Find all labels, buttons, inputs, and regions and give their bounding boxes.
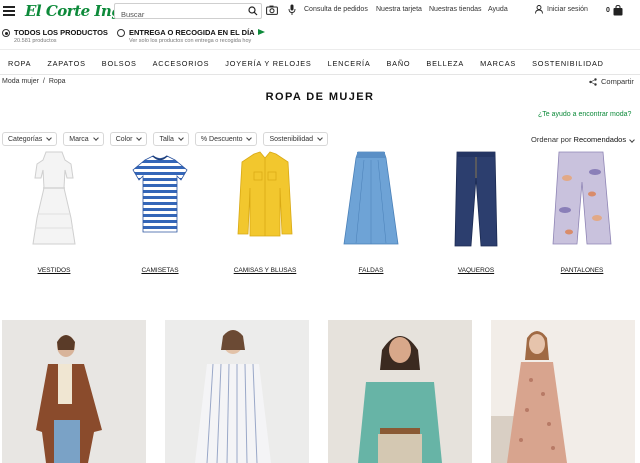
all-products-title: TODOS LOS PRODUCTOS [14,28,108,37]
nav-bano[interactable]: BAÑO [387,59,411,68]
radio-unselected[interactable] [117,29,125,37]
striped-tshirt-image [132,155,188,233]
model-striped-shirt-image [165,320,309,463]
sort-dropdown[interactable]: Ordenar por Recomendados [531,135,636,144]
chevron-down-icon [317,135,323,141]
breadcrumb-ropa[interactable]: Ropa [49,78,66,85]
subcategory-label: VESTIDOS [37,267,71,274]
shopping-bag-icon [613,5,623,16]
microphone-icon[interactable] [288,4,296,16]
share-icon [589,77,597,86]
subcategory-label: CAMISAS Y BLUSAS [233,267,297,274]
blue-skirt-image [343,151,399,245]
nav-ropa[interactable]: ROPA [8,59,31,68]
search-box [114,3,262,22]
user-icon [535,5,543,14]
nav-joyeria[interactable]: JOYERÍA Y RELOJES [225,59,311,68]
fashion-help-link[interactable]: ¿Te ayudo a encontrar moda? [538,111,631,118]
filter-categorias[interactable]: Categorías [2,132,58,146]
nav-marcas[interactable]: MARCAS [480,59,516,68]
filter-label: % Descuento [200,135,243,143]
chevron-down-icon [92,135,99,141]
white-dress-image [32,151,76,245]
card-link[interactable]: Nuestra tarjeta [376,6,422,13]
chevron-down-icon [178,135,184,141]
product-photo[interactable] [491,320,635,463]
filter-color[interactable]: Color [109,132,148,146]
stores-link[interactable]: Nuestras tiendas [429,6,482,13]
chevron-down-icon [46,135,53,141]
search-icon[interactable] [248,6,258,16]
subcategory-pantalones[interactable]: PANTALONES [537,148,627,278]
product-photo[interactable] [2,320,146,463]
nav-bolsos[interactable]: BOLSOS [102,59,137,68]
chevron-down-icon [246,135,253,141]
same-day-option[interactable]: ENTREGA O RECOGIDA EN EL DÍA Ver solo lo… [117,28,265,44]
camera-icon[interactable] [266,5,278,15]
subcategory-label: PANTALONES [560,267,604,274]
nav-zapatos[interactable]: ZAPATOS [47,59,85,68]
help-link[interactable]: Ayuda [488,6,508,13]
model-green-tshirt-image [328,320,472,463]
breadcrumb-separator: / [42,78,45,85]
site-header: El Corte Inglés Consulta de pedidos Nues… [0,0,640,50]
filter-label: Color [115,135,133,143]
all-products-count: 20.581 productos [14,38,57,44]
green-flag-icon [257,29,265,35]
nav-sostenibilidad[interactable]: SOSTENIBILIDAD [532,59,604,68]
filter-talla[interactable]: Talla [153,132,189,146]
share-label: Compartir [601,77,634,86]
nav-accesorios[interactable]: ACCESORIOS [153,59,210,68]
radio-selected[interactable] [2,29,10,37]
search-input[interactable] [115,7,240,22]
login-button[interactable]: Iniciar sesión [535,5,588,14]
same-day-sub: Ver solo los productos con entrega o rec… [129,38,252,44]
same-day-title: ENTREGA O RECOGIDA EN EL DÍA [129,28,255,37]
jeans-image [454,151,498,247]
cart-count: 0 [606,7,610,14]
filter-label: Talla [159,135,174,143]
filter-bar: Categorías Marca Color Talla % Descuento… [2,132,329,146]
menu-icon[interactable] [3,6,15,16]
nav-lenceria[interactable]: LENCERÍA [328,59,371,68]
filter-descuento[interactable]: % Descuento [194,132,258,146]
breadcrumb: Moda mujer / Ropa [2,78,66,85]
sort-value: Recomendados [573,135,627,144]
subcategory-faldas[interactable]: FALDAS [326,148,416,278]
category-nav: ROPA ZAPATOS BOLSOS ACCESORIOS JOYERÍA Y… [0,53,640,75]
product-photo[interactable] [165,320,309,463]
subcategory-label: VAQUEROS [457,267,495,274]
subcategory-vestidos[interactable]: VESTIDOS [9,148,99,278]
subcategory-camisas[interactable]: CAMISAS Y BLUSAS [220,148,310,278]
login-label: Iniciar sesión [547,6,588,13]
yellow-shirt-image [237,151,293,237]
filter-label: Marca [69,135,89,143]
nav-belleza[interactable]: BELLEZA [426,59,464,68]
chevron-down-icon [629,137,636,143]
subcategory-vaqueros[interactable]: VAQUEROS [431,148,521,278]
printed-trousers-image [552,151,612,245]
all-products-option[interactable]: TODOS LOS PRODUCTOS 20.581 productos [2,28,108,44]
subcategory-label: FALDAS [358,267,384,274]
model-brown-coat-image [2,320,146,463]
subcategory-camisetas[interactable]: CAMISETAS [115,148,205,278]
chevron-down-icon [136,135,143,141]
sort-label: Ordenar por [531,135,572,144]
orders-link[interactable]: Consulta de pedidos [304,6,368,13]
share-button[interactable]: Compartir [589,77,634,86]
cart-button[interactable]: 0 [606,5,623,16]
breadcrumb-moda-mujer[interactable]: Moda mujer [2,78,39,85]
subcategory-label: CAMISETAS [141,267,179,274]
filter-sostenibilidad[interactable]: Sostenibilidad [263,132,329,146]
page-title: ROPA DE MUJER [265,91,375,103]
filter-label: Sostenibilidad [269,135,314,143]
filter-label: Categorías [8,135,43,143]
model-floral-dress-image [491,320,635,463]
product-photo[interactable] [328,320,472,463]
filter-marca[interactable]: Marca [63,132,104,146]
